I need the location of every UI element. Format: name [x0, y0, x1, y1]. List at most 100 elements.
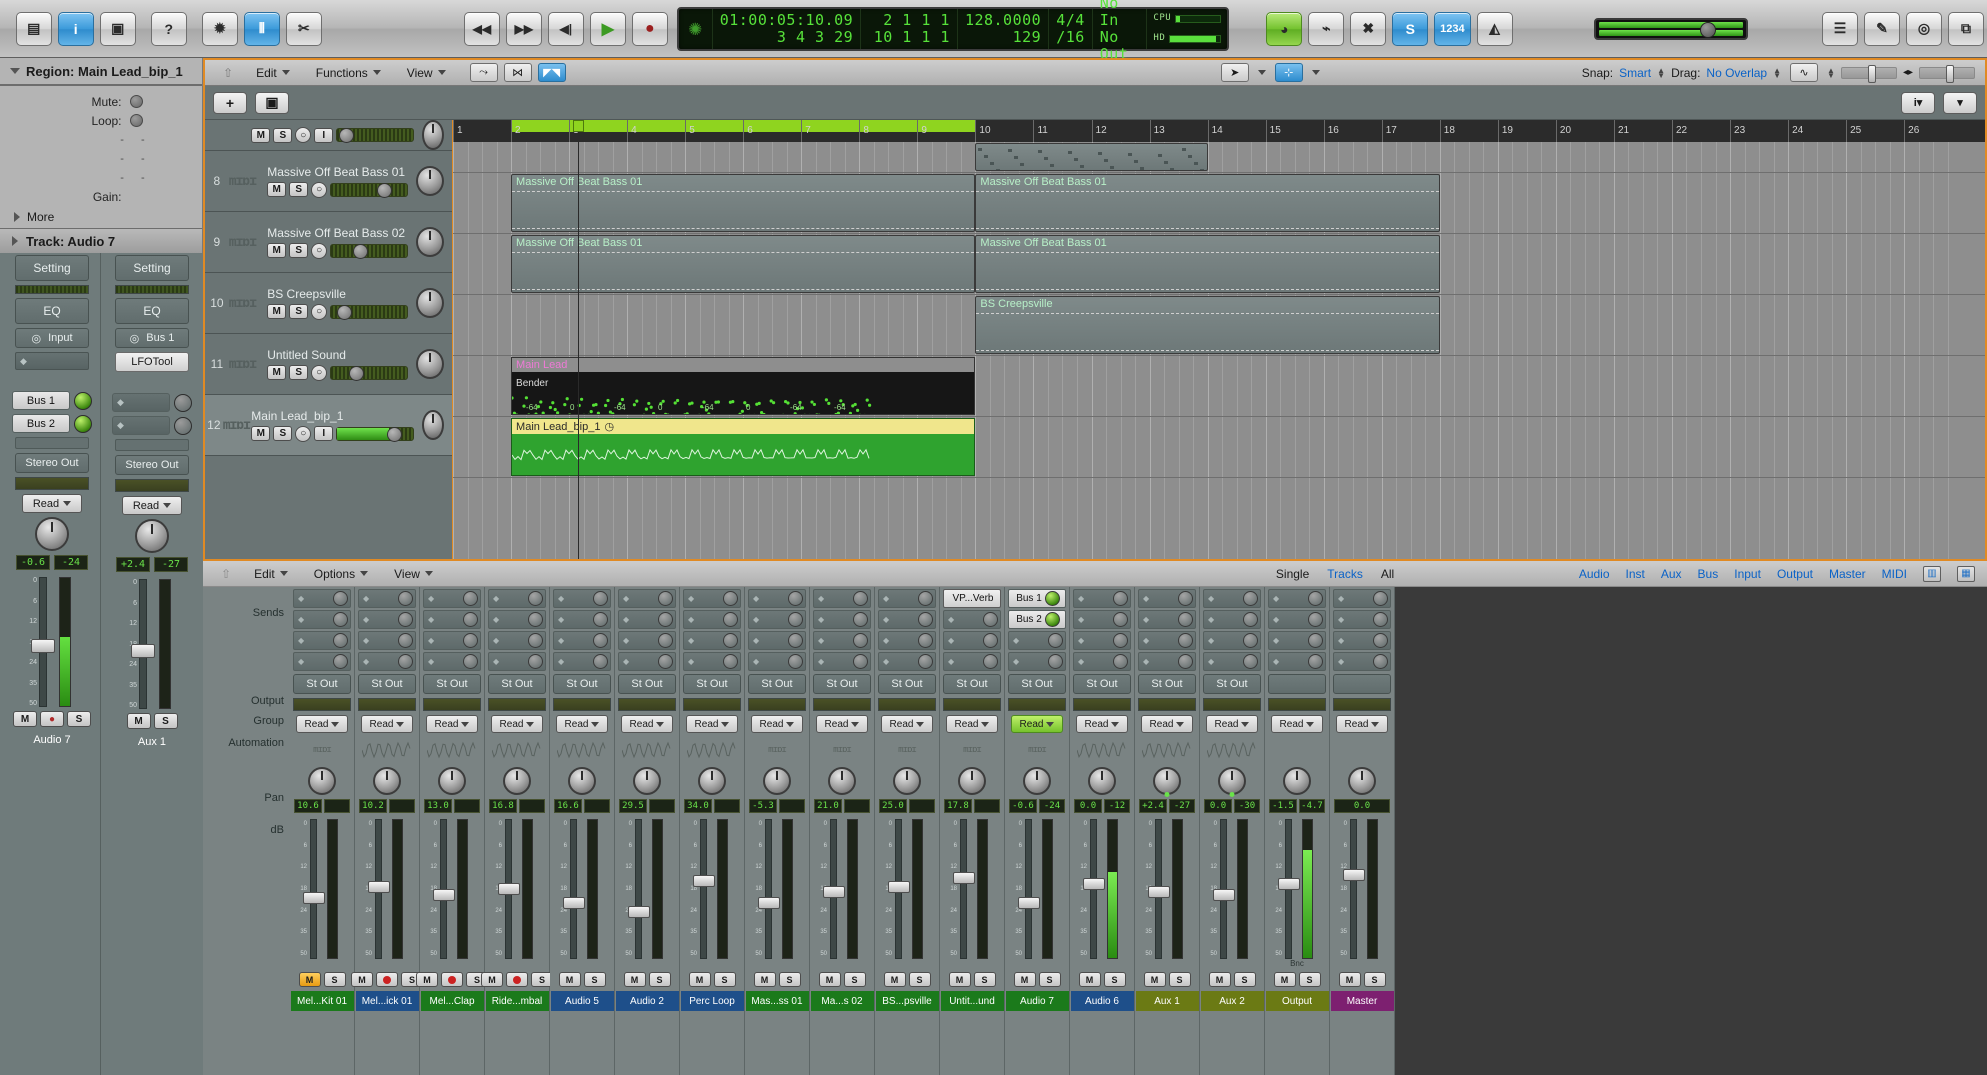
track-collapse-icon[interactable]: ▾: [1943, 91, 1977, 114]
send-level-knob[interactable]: [1044, 591, 1060, 606]
solo-button[interactable]: S: [289, 304, 309, 319]
mute-button[interactable]: M: [1338, 972, 1361, 987]
mute-button[interactable]: M: [1273, 972, 1296, 987]
master-volume-slider[interactable]: [1594, 17, 1748, 40]
db-value[interactable]: [519, 799, 545, 813]
channel-name[interactable]: Aux 1: [115, 733, 189, 751]
send-level-knob[interactable]: [1048, 633, 1063, 648]
wide-strips-icon[interactable]: ▦: [1957, 565, 1975, 582]
send-slot-empty[interactable]: ◆: [943, 610, 1001, 629]
insert-slot[interactable]: ◆: [15, 352, 89, 370]
db-value[interactable]: -24: [1039, 799, 1065, 813]
db-value[interactable]: [909, 799, 935, 813]
preferences-icon[interactable]: ✹: [201, 11, 238, 46]
send-level-knob[interactable]: [1308, 633, 1323, 648]
snap-value[interactable]: Smart: [1619, 66, 1651, 80]
send-level-knob[interactable]: [593, 591, 608, 606]
mixer-strip[interactable]: ◆ ◆ ◆ ◆ St Out Read 34.0 0 6 12 18 24 35 50 M S Perc Loo…: [680, 587, 745, 1075]
volume-fader[interactable]: [758, 897, 780, 910]
pan-knob[interactable]: [135, 519, 169, 553]
empty-send-slot[interactable]: [115, 439, 189, 451]
track-row[interactable]: 9 mɪɒɪ Massive Off Beat Bass 02 M S ○: [205, 212, 452, 273]
track-volume-meter[interactable]: [336, 426, 415, 442]
output-button[interactable]: St Out: [878, 674, 936, 694]
record-enable-button[interactable]: ●: [40, 711, 64, 727]
send-level-knob[interactable]: [723, 591, 738, 606]
send-level-knob[interactable]: [1308, 591, 1323, 606]
send-level-knob[interactable]: [74, 391, 92, 410]
automation-mode-button[interactable]: Read: [621, 715, 673, 733]
pan-knob[interactable]: [35, 517, 69, 551]
media-icon[interactable]: ▤: [15, 11, 52, 46]
mixer-strip[interactable]: ◆ ◆ ◆ ◆ St Out Read mɪɒɪ -5.3 0 6 12 18 24 35 50 M S Mas.…: [745, 587, 810, 1075]
automation-mode-button[interactable]: Read: [1271, 715, 1323, 733]
send-slot-empty[interactable]: ◆: [813, 631, 871, 650]
send-level-knob[interactable]: [983, 654, 998, 669]
marquee-tool-icon[interactable]: ⊹: [1274, 63, 1303, 82]
send-slot-empty[interactable]: ◆: [358, 631, 416, 650]
mute-button[interactable]: M: [948, 972, 971, 987]
pan-knob[interactable]: [308, 767, 336, 795]
volume-fader[interactable]: [498, 883, 520, 896]
output-button[interactable]: St Out: [1008, 674, 1066, 694]
track-row[interactable]: 10 mɪɒɪ BS Creepsville M S ○: [205, 273, 452, 334]
output-button[interactable]: St Out: [813, 674, 871, 694]
volume-fader[interactable]: [563, 897, 585, 910]
volume-fader[interactable]: [628, 905, 650, 918]
automation-mode-button[interactable]: Read: [426, 715, 478, 733]
more-disclosure[interactable]: More: [0, 206, 202, 228]
volume-fader[interactable]: [131, 644, 155, 658]
pan-knob[interactable]: [1153, 767, 1181, 795]
mute-button[interactable]: M: [623, 972, 646, 987]
send-level-knob[interactable]: [333, 654, 348, 669]
send-slot-empty[interactable]: ◆: [1268, 652, 1326, 671]
send-slot-empty[interactable]: ◆: [1073, 610, 1131, 629]
db-value[interactable]: -27: [1169, 799, 1195, 813]
automation-mode-button[interactable]: Read: [556, 715, 608, 733]
channel-name[interactable]: Aux 2: [1200, 991, 1264, 1011]
solo-button[interactable]: S: [67, 711, 91, 727]
track-inspector-header[interactable]: Track: Audio 7: [0, 228, 202, 254]
send-slot-empty[interactable]: ◆: [1333, 652, 1391, 671]
output-button[interactable]: St Out: [748, 674, 806, 694]
send-level-knob[interactable]: [723, 654, 738, 669]
record-enable-button[interactable]: [506, 972, 528, 987]
track-volume-meter[interactable]: [330, 182, 409, 198]
send-slot-empty[interactable]: ◆: [748, 589, 806, 608]
solo-button[interactable]: S: [778, 972, 801, 987]
send-slot-empty[interactable]: ◆: [293, 631, 351, 650]
send-level-knob[interactable]: [788, 612, 803, 627]
record-enable-button[interactable]: ○: [295, 127, 312, 143]
send-level-knob[interactable]: [658, 654, 673, 669]
solo-button[interactable]: S: [1103, 972, 1126, 987]
mute-button[interactable]: M: [298, 972, 321, 987]
send-slot-empty[interactable]: ◆: [878, 610, 936, 629]
send-slot-empty[interactable]: ◆: [878, 631, 936, 650]
group-slot[interactable]: [358, 698, 416, 711]
group-slot[interactable]: [553, 698, 611, 711]
send-slot-empty[interactable]: ◆: [293, 610, 351, 629]
record-enable-button[interactable]: ○: [311, 303, 328, 320]
playhead-handle[interactable]: [572, 120, 584, 132]
solo-button[interactable]: S: [908, 972, 931, 987]
automation-mode-button[interactable]: Read: [1076, 715, 1128, 733]
pan-knob[interactable]: [503, 767, 531, 795]
mixer-strip[interactable]: VP...Verb ◆ ◆ ◆ St Out Read mɪɒɪ 17.8 0 6 12 18 24 35…: [940, 587, 1005, 1075]
pan-value[interactable]: 17.8: [944, 799, 972, 813]
inspector-icon[interactable]: i: [57, 11, 94, 46]
automation-region[interactable]: Main Lead Bender -64 0 -64 0 -64 0 -64 -64: [511, 357, 976, 415]
automation-mode-button[interactable]: Read: [1206, 715, 1258, 733]
group-slot[interactable]: [1203, 698, 1261, 711]
automation-mode-button[interactable]: Read: [1141, 715, 1193, 733]
send-slot-empty[interactable]: ◆: [618, 652, 676, 671]
send-level-knob[interactable]: [528, 633, 543, 648]
filter-master[interactable]: Master: [1829, 567, 1866, 581]
send-slot-empty[interactable]: ◆: [488, 631, 546, 650]
pan-knob[interactable]: [893, 767, 921, 795]
send-slot-empty[interactable]: ◆: [293, 589, 351, 608]
automation-mode-button[interactable]: Read: [361, 715, 413, 733]
db-value[interactable]: [779, 799, 805, 813]
param-row[interactable]: - -: [0, 149, 202, 168]
send-slot-empty[interactable]: ◆: [943, 631, 1001, 650]
send-level-knob[interactable]: [1113, 654, 1128, 669]
